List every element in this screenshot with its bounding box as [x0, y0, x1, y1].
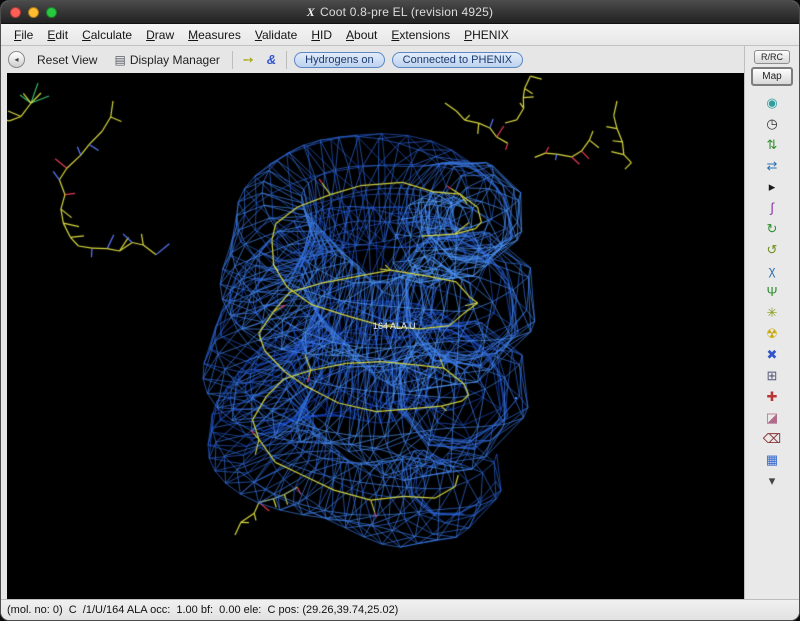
- toolbar: ◂ Reset View ▤ Display Manager ➙ & Hydro…: [1, 46, 744, 73]
- window-title-text: Coot 0.8-pre EL (revision 4925): [320, 5, 493, 19]
- phenix-connection-badge[interactable]: Connected to PHENIX: [392, 52, 523, 68]
- zoom-button[interactable]: [46, 7, 57, 18]
- trash-icon[interactable]: ⌫: [745, 428, 799, 449]
- reset-view-button[interactable]: Reset View: [32, 51, 102, 69]
- chi-angles-icon[interactable]: χ: [745, 260, 799, 281]
- rotate-translate-icon[interactable]: ↻: [745, 218, 799, 239]
- window-title: X Coot 0.8-pre EL (revision 4925): [1, 5, 799, 20]
- auto-fit-rotamer-icon[interactable]: ↺: [745, 239, 799, 260]
- coot-window: X Coot 0.8-pre EL (revision 4925) FileEdi…: [0, 0, 800, 621]
- close-button[interactable]: [10, 7, 21, 18]
- left-column: ◂ Reset View ▤ Display Manager ➙ & Hydro…: [1, 46, 744, 599]
- add-box-icon[interactable]: ⊞: [745, 365, 799, 386]
- add-icon[interactable]: ✚: [745, 386, 799, 407]
- toolbar-separator-2: [286, 51, 287, 69]
- menu-about[interactable]: About: [339, 26, 384, 44]
- map-button[interactable]: Map: [751, 67, 792, 86]
- display-screen-icon[interactable]: ▦: [745, 449, 799, 470]
- menu-draw[interactable]: Draw: [139, 26, 181, 44]
- run-icon[interactable]: ▸: [745, 176, 799, 197]
- goto-ligand-icon[interactable]: &: [264, 51, 279, 68]
- menu-file[interactable]: File: [7, 26, 40, 44]
- display-manager-button[interactable]: ▤ Display Manager: [109, 51, 224, 69]
- residue-label: 164 ALA U: [373, 321, 416, 331]
- backbone-icon[interactable]: Ψ: [745, 281, 799, 302]
- right-tool-panel: R/RC Map ◉◷⇅⇄▸∫↻↺χΨ✳☢✖⊞✚◪⌫▦▾: [744, 46, 799, 599]
- cross-icon[interactable]: ✖: [745, 344, 799, 365]
- regularize-icon[interactable]: ⇄: [745, 155, 799, 176]
- timer-icon[interactable]: ◷: [745, 113, 799, 134]
- menu-measures[interactable]: Measures: [181, 26, 248, 44]
- rrc-button[interactable]: R/RC: [754, 50, 790, 64]
- minimize-button[interactable]: [28, 7, 39, 18]
- molecular-canvas[interactable]: [7, 73, 744, 599]
- radiation-icon[interactable]: ☢: [745, 323, 799, 344]
- traffic-lights: [10, 7, 57, 18]
- torsion-edit-icon[interactable]: ∫: [745, 197, 799, 218]
- menu-calculate[interactable]: Calculate: [75, 26, 139, 44]
- hydrogens-toggle-button[interactable]: Hydrogens on: [294, 52, 385, 68]
- goto-atom-icon[interactable]: ➙: [240, 51, 257, 69]
- menu-hid[interactable]: HID: [304, 26, 339, 44]
- reset-view-label: Reset View: [37, 53, 97, 67]
- menu-extensions[interactable]: Extensions: [384, 26, 457, 44]
- viewport: 164 ALA U: [7, 73, 744, 599]
- toolbar-collapse-button[interactable]: ◂: [8, 51, 25, 68]
- eraser-icon[interactable]: ◪: [745, 407, 799, 428]
- display-manager-label: Display Manager: [130, 53, 220, 67]
- mutate-icon[interactable]: ✳: [745, 302, 799, 323]
- title-bar[interactable]: X Coot 0.8-pre EL (revision 4925): [1, 1, 799, 24]
- modelling-icon-strip: ◉◷⇅⇄▸∫↻↺χΨ✳☢✖⊞✚◪⌫▦▾: [745, 92, 799, 491]
- menu-phenix[interactable]: PHENIX: [457, 26, 516, 44]
- sphere-refine-icon[interactable]: ◉: [745, 92, 799, 113]
- scroll-down-icon[interactable]: ▾: [745, 470, 799, 491]
- display-manager-icon: ▤: [114, 53, 125, 67]
- menu-validate[interactable]: Validate: [248, 26, 305, 44]
- menu-bar: FileEditCalculateDrawMeasuresValidateHID…: [1, 24, 799, 46]
- content-row: ◂ Reset View ▤ Display Manager ➙ & Hydro…: [1, 46, 799, 599]
- status-bar: (mol. no: 0) C /1/U/164 ALA occ: 1.00 bf…: [1, 599, 799, 620]
- x11-icon: X: [307, 5, 315, 19]
- status-text: (mol. no: 0) C /1/U/164 ALA occ: 1.00 bf…: [7, 604, 398, 616]
- toolbar-separator-1: [232, 51, 233, 69]
- refine-icon[interactable]: ⇅: [745, 134, 799, 155]
- menu-edit[interactable]: Edit: [40, 26, 75, 44]
